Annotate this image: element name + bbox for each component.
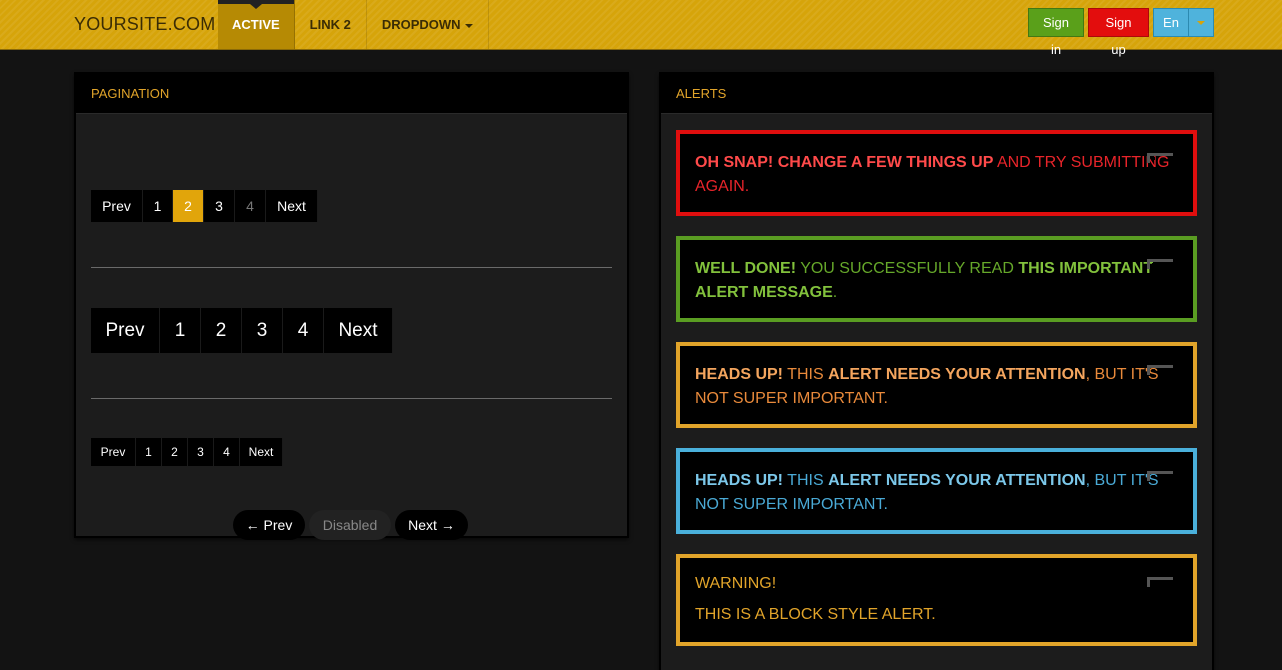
page-1[interactable]: 1	[136, 438, 162, 466]
alert-block: WARNING! THIS IS A BLOCK STYLE ALERT.	[676, 554, 1197, 646]
alerts-panel-title: ALERTS	[661, 74, 1212, 114]
page-2-active[interactable]: 2	[173, 190, 204, 222]
page-prev[interactable]: Prev	[91, 438, 136, 466]
alert-text: THIS	[787, 366, 824, 383]
close-icon[interactable]	[1147, 469, 1173, 483]
page-next[interactable]: Next	[266, 190, 318, 222]
alert-warning: HEADS UP! THIS ALERT NEEDS YOUR ATTENTIO…	[676, 342, 1197, 428]
nav-actions: Sign in Sign up En	[1028, 8, 1214, 57]
alert-info: HEADS UP! THIS ALERT NEEDS YOUR ATTENTIO…	[676, 448, 1197, 534]
main-nav: ACTIVE LINK 2 DROPDOWN	[218, 0, 489, 49]
alert-block-title: WARNING!	[695, 575, 777, 592]
alert-danger: OH SNAP! CHANGE A FEW THINGS UP AND TRY …	[676, 130, 1197, 216]
divider	[91, 267, 612, 268]
page-2[interactable]: 2	[201, 308, 242, 353]
page-4[interactable]: 4	[283, 308, 324, 353]
alert-strong: ALERT NEEDS YOUR ATTENTION	[828, 366, 1086, 383]
alert-strong: OH SNAP!	[695, 154, 774, 171]
alert-text: YOU SUCCESSFULLY READ	[800, 260, 1014, 277]
nav-dropdown-label: DROPDOWN	[381, 17, 461, 32]
alert-strong: WELL DONE!	[695, 260, 797, 277]
page-4[interactable]: 4	[214, 438, 240, 466]
caret-down-icon	[464, 23, 473, 28]
page-next[interactable]: Next	[324, 308, 393, 353]
sign-up-button[interactable]: Sign up	[1088, 8, 1149, 57]
pagination-small: Prev 1 2 3 4 Next	[91, 438, 283, 466]
alert-strong: HEADS UP!	[695, 472, 784, 489]
close-icon[interactable]	[1147, 363, 1173, 377]
alert-text-end: .	[832, 284, 838, 301]
page-1[interactable]: 1	[160, 308, 201, 353]
pagination-large: Prev 1 2 3 4 Next	[91, 308, 393, 353]
top-navbar: YOURSITE.COM ACTIVE LINK 2 DROPDOWN Sign…	[0, 0, 1282, 57]
language-selector: En	[1153, 8, 1214, 37]
nav-item-active[interactable]: ACTIVE	[218, 0, 295, 49]
page-4-disabled: 4	[235, 190, 266, 222]
pagination-default: Prev 1 2 3 4 Next	[91, 190, 318, 222]
alert-success: WELL DONE! YOU SUCCESSFULLY READ THIS IM…	[676, 236, 1197, 322]
alert-text: THIS	[787, 472, 824, 489]
close-icon[interactable]	[1147, 575, 1173, 589]
page-next[interactable]: Next	[240, 438, 283, 466]
page-prev[interactable]: Prev	[91, 190, 143, 222]
page-3[interactable]: 3	[242, 308, 283, 353]
nav-item-dropdown[interactable]: DROPDOWN	[367, 0, 489, 49]
pager-disabled-button: Disabled	[309, 510, 391, 540]
close-icon[interactable]	[1147, 151, 1173, 165]
brand-logo[interactable]: YOURSITE.COM	[74, 0, 215, 49]
close-icon[interactable]	[1147, 257, 1173, 271]
pager-next-button[interactable]: Next →	[395, 510, 468, 540]
nav-item-link2[interactable]: LINK 2	[295, 0, 367, 49]
pager-prev-button[interactable]: ← Prev	[233, 510, 305, 540]
page-1[interactable]: 1	[143, 190, 173, 222]
pagination-panel-title: PAGINATION	[76, 74, 627, 114]
divider	[91, 398, 612, 399]
language-button[interactable]: En	[1154, 9, 1188, 36]
page-2[interactable]: 2	[162, 438, 188, 466]
pagination-panel: PAGINATION Prev 1 2 3 4 Next Prev 1 2 3 …	[74, 72, 629, 540]
page-3[interactable]: 3	[188, 438, 214, 466]
page-prev[interactable]: Prev	[91, 308, 160, 353]
page-3[interactable]: 3	[204, 190, 235, 222]
sign-in-button[interactable]: Sign in	[1028, 8, 1084, 57]
alert-block-text: THIS IS A BLOCK STYLE ALERT.	[695, 606, 936, 623]
language-caret-down-icon[interactable]	[1188, 9, 1213, 36]
alert-strong: HEADS UP!	[695, 366, 784, 383]
alert-strong: CHANGE A FEW THINGS UP	[777, 154, 994, 171]
alert-strong: ALERT NEEDS YOUR ATTENTION	[828, 472, 1086, 489]
pager-pills: ← Prev Disabled Next →	[233, 510, 472, 540]
alerts-panel: ALERTS OH SNAP! CHANGE A FEW THINGS UP A…	[659, 72, 1214, 670]
